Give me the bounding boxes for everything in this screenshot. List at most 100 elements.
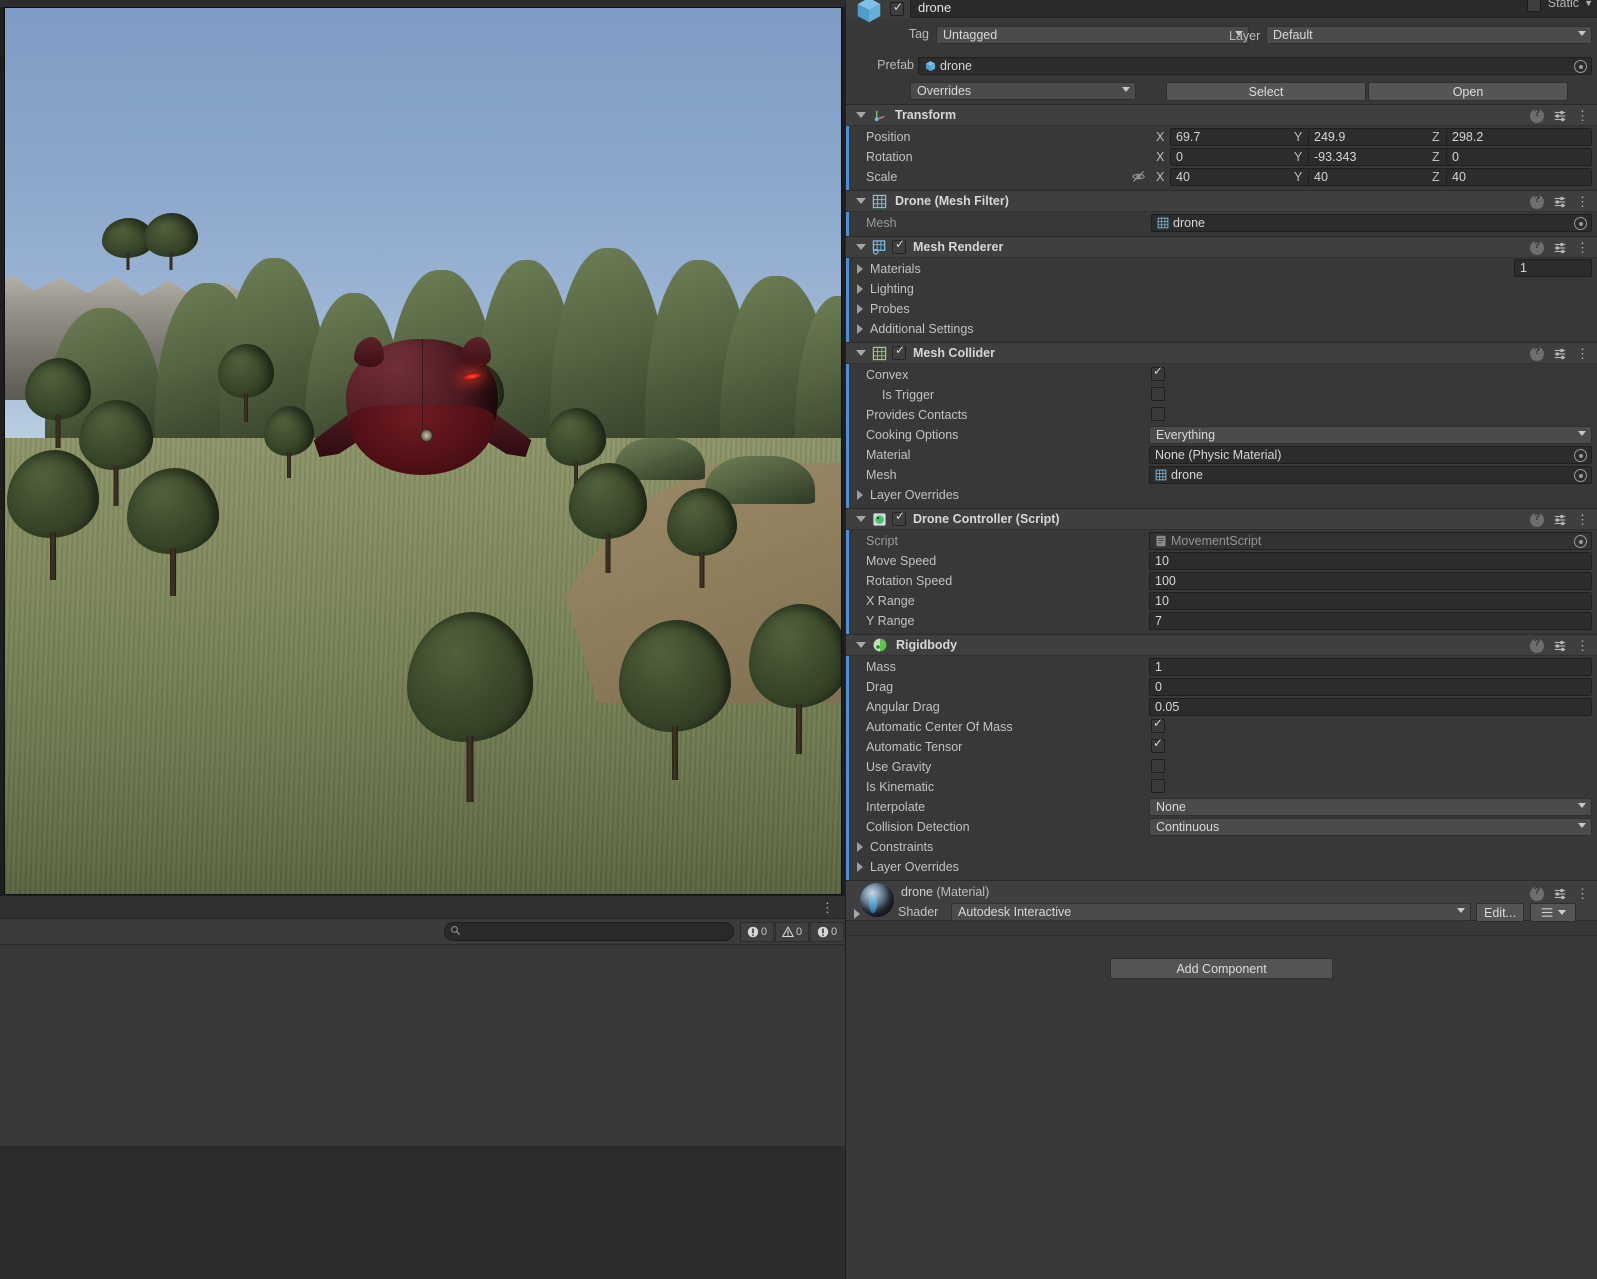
foldout-arrow-icon[interactable]	[857, 284, 863, 294]
foldout-arrow-icon[interactable]	[854, 909, 860, 919]
automatic-center-of-mass-checkbox[interactable]	[1151, 716, 1165, 733]
component-header-drone-controller[interactable]: Drone Controller (Script) ⋮	[846, 508, 1597, 530]
preset-icon[interactable]	[1553, 241, 1567, 255]
tag-dropdown[interactable]: Untagged	[936, 26, 1249, 44]
component-menu-kebab-icon[interactable]: ⋮	[1576, 109, 1589, 122]
edit-shader-button[interactable]: Edit...	[1476, 903, 1524, 922]
scale-y-input[interactable]: 40	[1308, 168, 1451, 186]
prefab-object-field[interactable]: drone	[918, 57, 1592, 75]
collision-detection-dropdown[interactable]: Continuous	[1149, 818, 1592, 836]
mesh-collider-enabled-checkbox[interactable]	[892, 343, 906, 360]
object-picker-icon[interactable]	[1574, 469, 1587, 482]
mesh-renderer-enabled-checkbox[interactable]	[892, 237, 906, 254]
is-trigger-checkbox[interactable]	[1151, 387, 1165, 401]
materials-foldout[interactable]: Materials 1	[846, 259, 1597, 279]
foldout-arrow-icon[interactable]	[856, 112, 866, 118]
object-picker-icon[interactable]	[1574, 217, 1587, 230]
foldout-arrow-icon[interactable]	[856, 198, 866, 204]
component-header-mesh-renderer[interactable]: Mesh Renderer ⋮	[846, 236, 1597, 258]
probes-foldout[interactable]: Probes	[846, 299, 1597, 319]
constrain-proportions-off-icon[interactable]	[1131, 169, 1146, 184]
console-search-input[interactable]	[444, 922, 734, 941]
gameobject-enabled-checkbox[interactable]	[890, 0, 904, 16]
console-info-counter[interactable]: 0	[810, 922, 844, 942]
foldout-arrow-icon[interactable]	[857, 490, 863, 500]
drag-input[interactable]: 0	[1149, 678, 1592, 696]
preset-icon[interactable]	[1553, 109, 1567, 123]
foldout-arrow-icon[interactable]	[857, 862, 863, 872]
rotation-speed-input[interactable]: 100	[1149, 572, 1592, 590]
help-icon[interactable]	[1530, 240, 1544, 255]
lighting-foldout[interactable]: Lighting	[846, 279, 1597, 299]
convex-checkbox[interactable]	[1151, 364, 1165, 381]
object-picker-icon[interactable]	[1574, 449, 1587, 462]
collider-mesh-object-field[interactable]: drone	[1149, 466, 1592, 484]
position-y-input[interactable]: 249.9	[1308, 128, 1451, 146]
foldout-arrow-icon[interactable]	[856, 244, 866, 250]
material-header[interactable]: drone (Material) Shader Autodesk Interac…	[846, 880, 1597, 922]
component-menu-kebab-icon[interactable]: ⋮	[1576, 241, 1589, 254]
add-component-button[interactable]: Add Component	[1110, 958, 1333, 979]
foldout-arrow-icon[interactable]	[856, 516, 866, 522]
x-range-input[interactable]: 10	[1149, 592, 1592, 610]
help-icon[interactable]	[1530, 512, 1544, 527]
additional-settings-foldout[interactable]: Additional Settings	[846, 319, 1597, 339]
collider-layer-overrides-foldout[interactable]: Layer Overrides	[846, 485, 1597, 505]
component-header-mesh-filter[interactable]: Drone (Mesh Filter) ⋮	[846, 190, 1597, 212]
gameobject-name-input[interactable]: drone	[910, 0, 1597, 18]
scene-options-kebab-icon[interactable]: ⋮	[821, 900, 835, 916]
preset-icon[interactable]	[1553, 513, 1567, 527]
component-header-transform[interactable]: Transform ⋮	[846, 104, 1597, 126]
preset-icon[interactable]	[1553, 639, 1567, 653]
console-error-counter[interactable]: 0	[740, 922, 774, 942]
help-icon[interactable]	[1530, 108, 1544, 123]
rotation-x-input[interactable]: 0	[1170, 148, 1313, 166]
materials-count-input[interactable]: 1	[1514, 259, 1592, 277]
preset-icon[interactable]	[1553, 347, 1567, 361]
constraints-foldout[interactable]: Constraints	[846, 837, 1597, 857]
provides-contacts-checkbox[interactable]	[1151, 407, 1165, 421]
automatic-tensor-checkbox[interactable]	[1151, 736, 1165, 753]
drone-game-object[interactable]	[310, 333, 535, 478]
component-menu-kebab-icon[interactable]: ⋮	[1576, 513, 1589, 526]
y-range-input[interactable]: 7	[1149, 612, 1592, 630]
shader-dropdown[interactable]: Autodesk Interactive	[951, 903, 1471, 921]
component-menu-kebab-icon[interactable]: ⋮	[1576, 195, 1589, 208]
rigidbody-layer-overrides-foldout[interactable]: Layer Overrides	[846, 857, 1597, 877]
physic-material-object-field[interactable]: None (Physic Material)	[1149, 446, 1592, 464]
object-picker-icon[interactable]	[1574, 60, 1587, 73]
layer-dropdown[interactable]: Default	[1266, 26, 1592, 44]
angular-drag-input[interactable]: 0.05	[1149, 698, 1592, 716]
component-menu-kebab-icon[interactable]: ⋮	[1576, 639, 1589, 652]
material-presets-button[interactable]	[1530, 903, 1576, 922]
mass-input[interactable]: 1	[1149, 658, 1592, 676]
drone-controller-enabled-checkbox[interactable]	[892, 509, 906, 526]
overrides-dropdown[interactable]: Overrides	[910, 82, 1136, 100]
interpolate-dropdown[interactable]: None	[1149, 798, 1592, 816]
transform-pivot-handle[interactable]	[420, 429, 433, 442]
scale-z-input[interactable]: 40	[1446, 168, 1592, 186]
foldout-arrow-icon[interactable]	[856, 350, 866, 356]
foldout-arrow-icon[interactable]	[857, 842, 863, 852]
position-x-input[interactable]: 69.7	[1170, 128, 1313, 146]
is-kinematic-checkbox[interactable]	[1151, 779, 1165, 793]
scale-x-input[interactable]: 40	[1170, 168, 1313, 186]
open-button[interactable]: Open	[1368, 82, 1568, 101]
scene-viewport[interactable]	[4, 7, 842, 895]
position-z-input[interactable]: 298.2	[1446, 128, 1592, 146]
console-log-area[interactable]	[0, 944, 845, 1146]
component-menu-kebab-icon[interactable]: ⋮	[1576, 347, 1589, 360]
help-icon[interactable]	[1530, 346, 1544, 361]
use-gravity-checkbox[interactable]	[1151, 759, 1165, 773]
move-speed-input[interactable]: 10	[1149, 552, 1592, 570]
foldout-arrow-icon[interactable]	[856, 642, 866, 648]
select-button[interactable]: Select	[1166, 82, 1366, 101]
console-warning-counter[interactable]: 0	[775, 922, 809, 942]
component-header-mesh-collider[interactable]: Mesh Collider ⋮	[846, 342, 1597, 364]
rotation-z-input[interactable]: 0	[1446, 148, 1592, 166]
foldout-arrow-icon[interactable]	[857, 264, 863, 274]
rotation-y-input[interactable]: -93.343	[1308, 148, 1451, 166]
help-icon[interactable]	[1530, 194, 1544, 209]
preset-icon[interactable]	[1553, 887, 1567, 901]
component-menu-kebab-icon[interactable]: ⋮	[1576, 887, 1589, 900]
